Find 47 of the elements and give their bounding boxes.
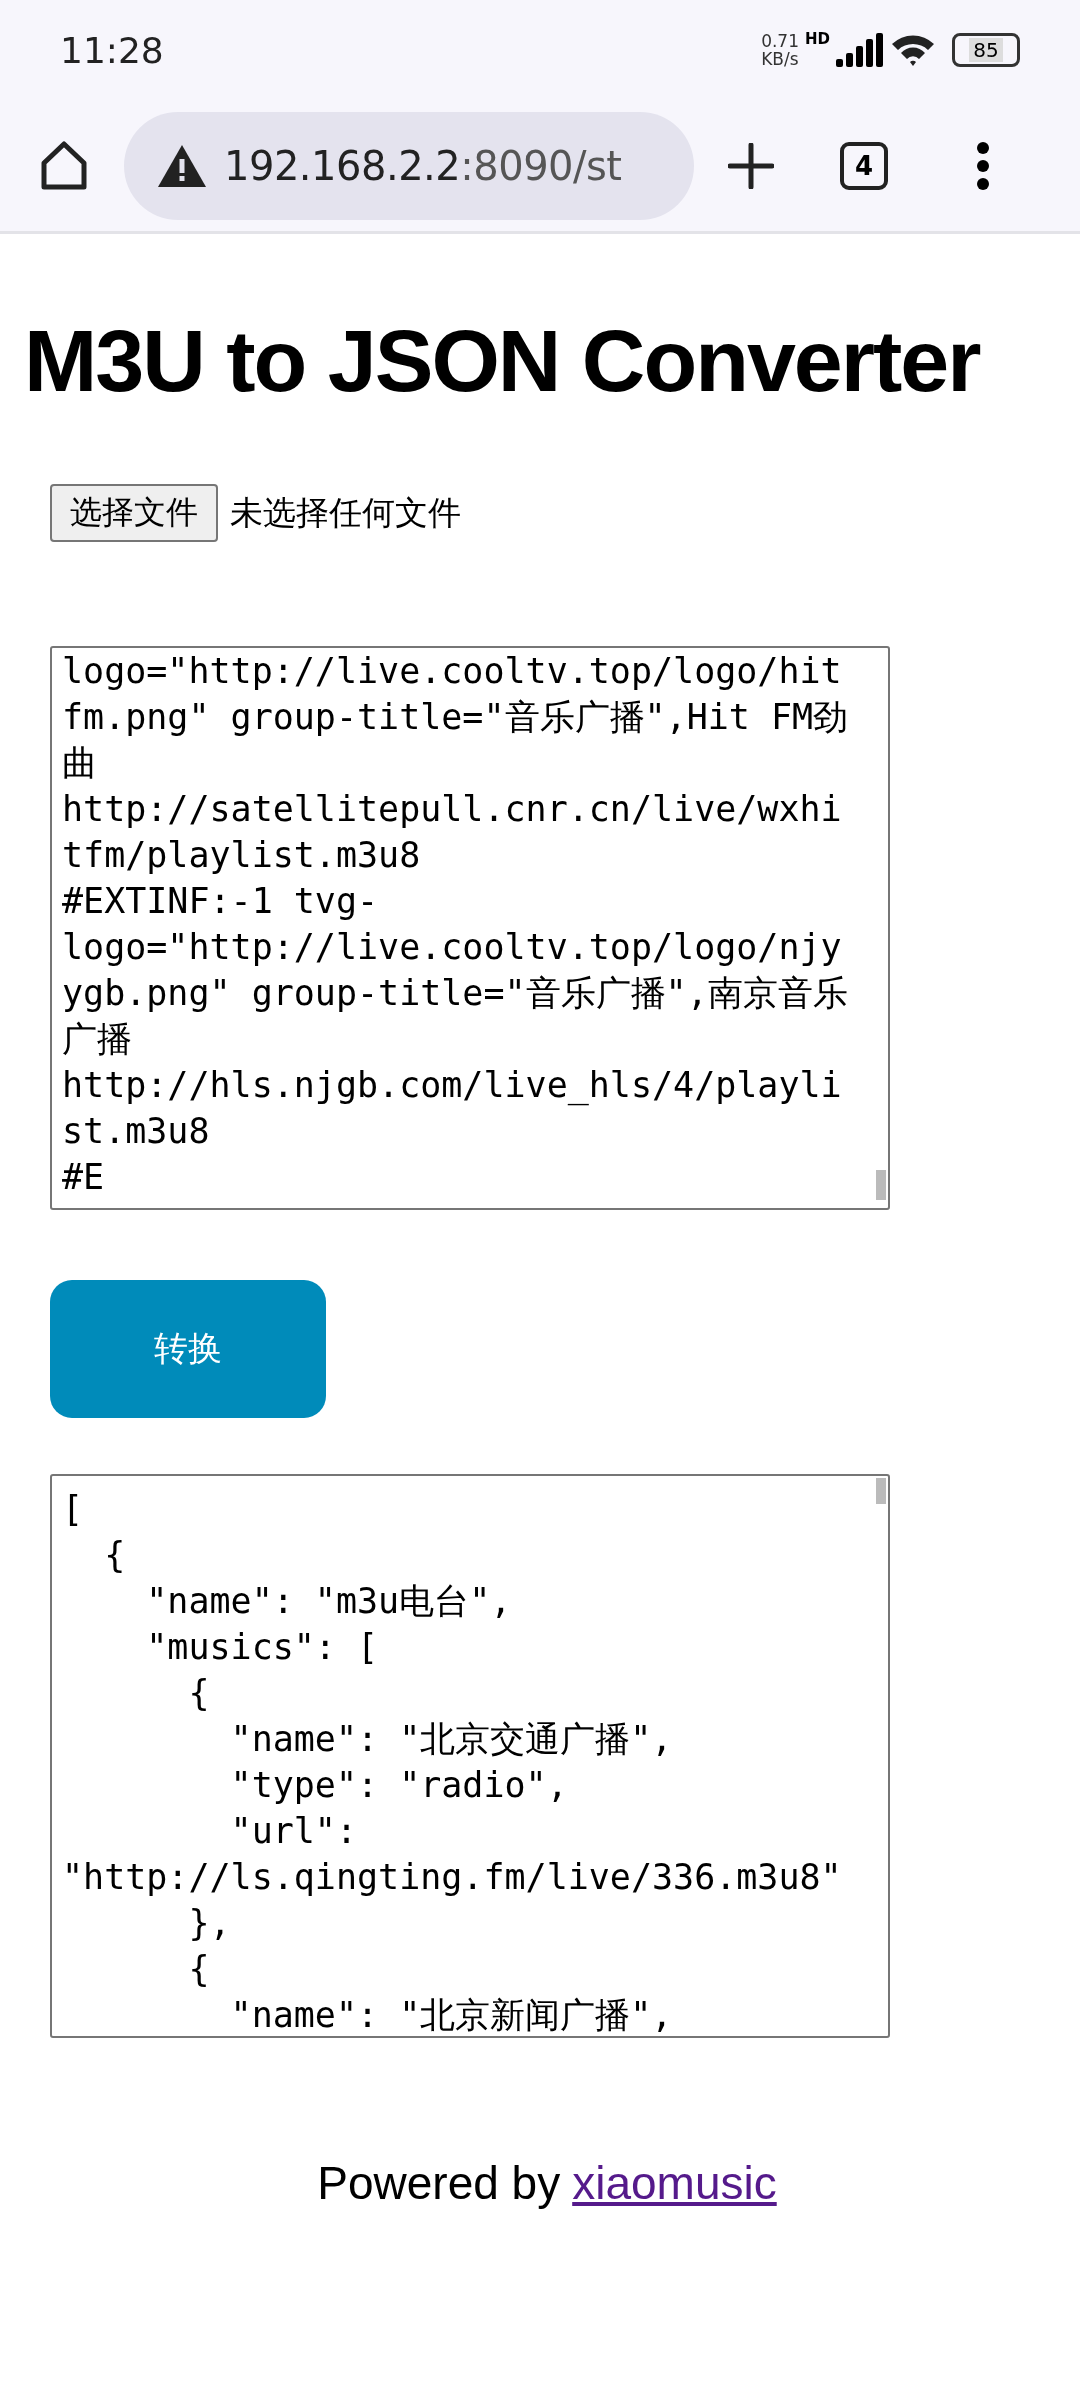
code-line: tfm/playlist.m3u8 [62,834,421,877]
code-line: logo="http://live.cooltv.top/logo/njy [62,926,842,969]
battery-icon: 85 [952,33,1020,67]
code-line: fm.png" group-title="音乐广播",Hit FM劲 [62,696,849,739]
wifi-icon [890,32,936,68]
tab-count-button[interactable]: 4 [840,141,888,190]
code-line: "musics": [ [145,1626,379,1669]
home-icon[interactable] [40,140,88,191]
code-line: logo="http://live.cooltv.top/logo/hit [62,650,842,693]
code-line: "type": "radio", [229,1764,568,1807]
code-line: { [187,1672,210,1715]
choose-file-button[interactable]: 选择文件 [50,484,218,542]
network-type: HD [805,30,830,48]
code-line: ygb.png" group-title="音乐广播",南京音乐 [62,972,848,1015]
footer-text: Powered by [317,2157,561,2209]
convert-button[interactable]: 转换 [50,1280,326,1418]
code-line: http://satellitepull.cnr.cn/live/wxhi [62,788,842,831]
code-line: #E [62,1156,105,1199]
warning-icon [158,144,206,187]
address-bar[interactable]: 192.168.2.2:8090/st [124,111,694,220]
file-status: 未选择任何文件 [230,491,461,534]
scrollbar-thumb[interactable] [876,1478,886,1504]
json-text-area[interactable]: [ { "name": "m3u电台", "musics": [ { "name": "北京交通广播", "type": "radio", "url": "http://ls.qingting.fm/live/336.m3u8" }, { "name": "北京新闻广播", [50,1474,890,2038]
scrollbar-thumb[interactable] [876,1170,886,1200]
url-text: 192.168.2.2:8090/st [224,142,622,189]
code-line: http://hls.njgb.com/live_hls/4/playli [62,1064,842,1108]
code-line: }, [187,1902,231,1945]
footer-link[interactable]: xiaomusic [572,2157,777,2209]
code-line: 广播 [62,1018,132,1061]
status-time: 11:28 [60,29,164,71]
code-line: #EXTINF:-1 tvg- [62,880,379,923]
code-line: "url": [229,1810,357,1853]
code-line: "name": "北京新闻广播", [229,1994,673,2036]
code-line: { [103,1534,126,1577]
code-line: { [187,1948,210,1991]
network-speed: 0.71 KB/s [761,32,799,68]
code-line: "name": "m3u电台", [145,1580,512,1623]
m3u-text-area[interactable] [50,646,890,1210]
code-line: "http://ls.qingting.fm/live/336.m3u8" [62,1856,842,1899]
code-line: 曲 [62,742,97,785]
more-icon[interactable] [976,140,990,191]
code-line: [ [62,1488,84,1531]
signal-icon [836,33,884,67]
page-title: M3U to JSON Converter [24,310,982,412]
code-line: "name": "北京交通广播", [229,1718,673,1761]
code-line: st.m3u8 [62,1110,210,1153]
plus-icon[interactable] [728,142,774,189]
